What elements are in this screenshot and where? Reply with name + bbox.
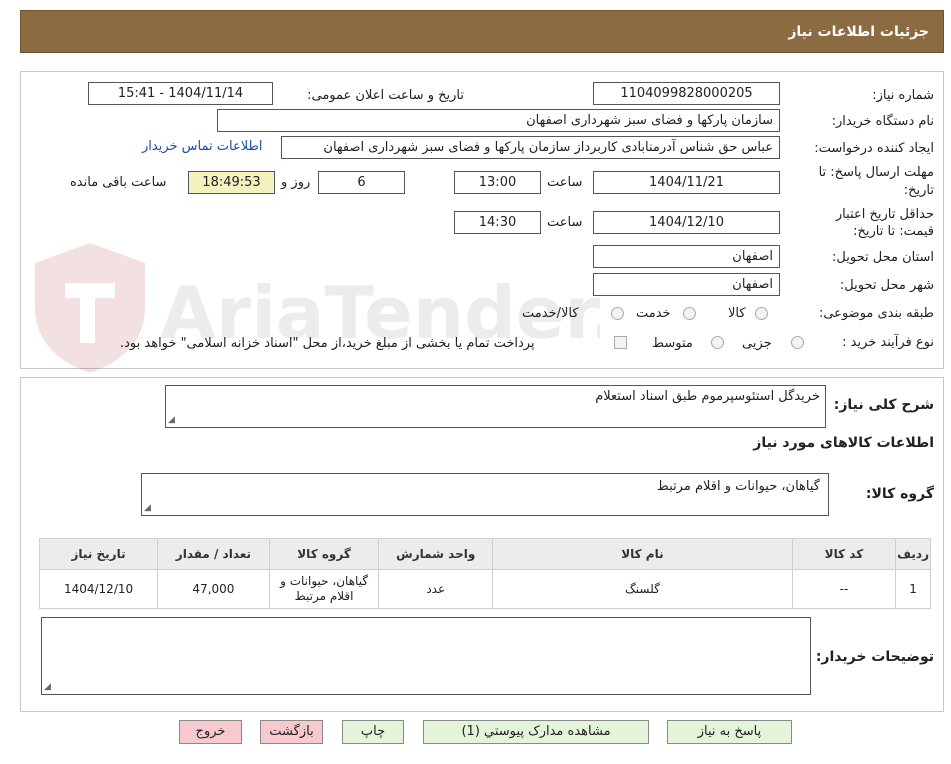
col-row-number: ردیف	[895, 538, 931, 570]
resize-grip-icon: ◢	[144, 503, 151, 513]
process-medium-label: متوسط	[652, 336, 693, 351]
creator-label: ایجاد کننده درخواست:	[814, 141, 934, 156]
validity-time-label: ساعت	[547, 215, 583, 230]
resize-grip-icon: ◢	[168, 415, 175, 425]
col-unit: واحد شمارش	[378, 538, 494, 570]
col-item-code: کد کالا	[791, 538, 897, 570]
table-row: 1 -- گلسنگ عدد گیاهان، حیوانات و اقلام م…	[38, 569, 931, 609]
cell-group: گیاهان، حیوانات و اقلام مرتبط	[268, 569, 380, 609]
province-field: اصفهان	[593, 245, 780, 268]
goods-group-label: گروه کالا:	[865, 486, 934, 502]
deadline-label-date: تاریخ:	[903, 183, 934, 198]
category-service-label: خدمت	[636, 306, 671, 321]
deadline-time-field: 13:00	[454, 171, 541, 194]
buyer-org-field: سازمان پارکها و فضای سبز شهرداری اصفهان	[217, 109, 780, 132]
city-field: اصفهان	[593, 273, 780, 296]
process-medium-radio[interactable]	[711, 336, 724, 349]
city-label: شهر محل تحویل:	[839, 278, 934, 293]
remaining-time-label: ساعت باقی مانده	[70, 175, 167, 190]
back-button[interactable]: بازگشت	[260, 720, 323, 744]
summary-text: خریدگل استئوسپرموم طبق اسناد استعلام	[595, 389, 820, 404]
category-goods-radio[interactable]	[755, 307, 768, 320]
category-goods-service-label: کالا/خدمت	[522, 306, 579, 321]
resize-grip-icon: ◢	[44, 682, 51, 692]
view-attachments-button[interactable]: مشاهده مدارک پیوستي (1)	[423, 720, 649, 744]
buyer-notes-label: توضیحات خریدار:	[815, 649, 934, 665]
validity-label-date: قیمت: تا تاریخ:	[853, 224, 934, 239]
cell-quantity: 47,000	[157, 569, 270, 609]
days-remaining-field: 6	[318, 171, 405, 194]
print-button[interactable]: چاپ	[342, 720, 404, 744]
treasury-payment-checkbox[interactable]	[614, 336, 627, 349]
cell-need-date: 1404/12/10	[38, 569, 159, 609]
buyer-notes-textarea[interactable]: ◢	[41, 617, 811, 695]
cell-unit: عدد	[378, 569, 494, 609]
page-header: جزئیات اطلاعات نیاز	[20, 10, 944, 53]
process-minor-label: جزیی	[742, 336, 772, 351]
need-number-field: 1104099828000205	[593, 82, 780, 105]
page-title: جزئیات اطلاعات نیاز	[788, 24, 929, 40]
treasury-payment-note: پرداخت تمام یا بخشی از مبلغ خرید،از محل …	[120, 336, 535, 351]
summary-label: شرح کلی نیاز:	[833, 397, 934, 413]
category-goods-service-radio[interactable]	[611, 307, 624, 320]
cell-row-number: 1	[895, 569, 931, 609]
validity-label: حداقل تاریخ اعتبار	[835, 207, 934, 222]
col-group: گروه کالا	[268, 538, 380, 570]
deadline-time-label: ساعت	[547, 175, 583, 190]
province-label: استان محل تحویل:	[832, 250, 934, 265]
category-label: طبقه بندی موضوعی:	[818, 306, 934, 321]
category-goods-label: کالا	[728, 306, 746, 321]
goods-group-text: گیاهان، حیوانات و اقلام مرتبط	[656, 479, 820, 494]
validity-date-field: 1404/12/10	[593, 211, 780, 234]
announce-field: 1404/11/14 - 15:41	[88, 82, 273, 105]
days-label: روز و	[281, 175, 311, 190]
need-number-label: شماره نیاز:	[872, 88, 934, 103]
creator-field: عباس حق شناس آدرمنابادی کاربرداز سازمان …	[281, 136, 780, 159]
col-need-date: تاریخ نیاز	[38, 538, 159, 570]
cell-item-name: گلسنگ	[492, 569, 793, 609]
reply-button[interactable]: پاسخ به نیاز	[667, 720, 792, 744]
process-type-label: نوع فرآیند خرید :	[842, 335, 934, 350]
announce-label: تاریخ و ساعت اعلان عمومی:	[307, 88, 464, 103]
summary-textarea[interactable]: خریدگل استئوسپرموم طبق اسناد استعلام ◢	[165, 385, 826, 428]
items-table-header: ردیف کد کالا نام کالا واحد شمارش گروه کا…	[38, 538, 931, 570]
items-table: ردیف کد کالا نام کالا واحد شمارش گروه کا…	[38, 538, 931, 609]
buyer-org-label: نام دستگاه خریدار:	[831, 114, 934, 129]
process-minor-radio[interactable]	[791, 336, 804, 349]
deadline-date-field: 1404/11/21	[593, 171, 780, 194]
deadline-label: مهلت ارسال پاسخ: تا	[818, 165, 934, 180]
col-quantity: تعداد / مقدار	[157, 538, 270, 570]
goods-group-textarea[interactable]: گیاهان، حیوانات و اقلام مرتبط ◢	[141, 473, 829, 516]
exit-button[interactable]: خروج	[179, 720, 242, 744]
remaining-time-field: 18:49:53	[188, 171, 275, 194]
category-service-radio[interactable]	[683, 307, 696, 320]
buyer-contact-link[interactable]: اطلاعات تماس خریدار	[142, 139, 262, 154]
validity-time-field: 14:30	[454, 211, 541, 234]
goods-info-title: اطلاعات کالاهای مورد نیاز	[753, 435, 934, 451]
cell-item-code: --	[791, 569, 897, 609]
col-item-name: نام کالا	[492, 538, 793, 570]
